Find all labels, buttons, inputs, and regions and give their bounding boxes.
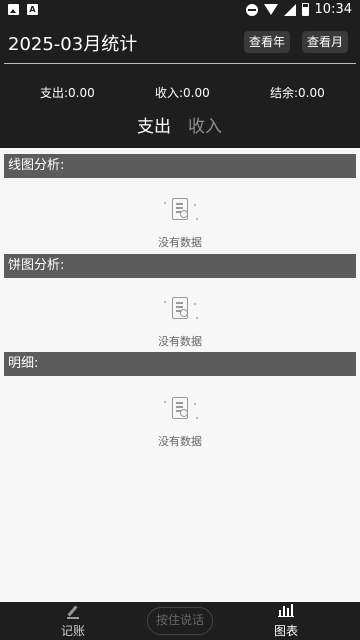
nav-chart-label: 图表	[273, 624, 298, 638]
stats-header: 2025-03月统计 查看年 查看月 支出:0.00 收入:0.00 结余:0.…	[0, 20, 360, 148]
tab-expense[interactable]: 支出	[137, 112, 171, 137]
app-notification-icon: A	[27, 4, 38, 15]
tab-income[interactable]: 收入	[188, 112, 222, 137]
status-time: 10:34	[314, 2, 352, 17]
header-divider	[4, 63, 356, 64]
pie-chart-empty-state: 没有数据	[0, 297, 360, 349]
empty-text: 没有数据	[158, 435, 202, 448]
empty-text: 没有数据	[158, 335, 202, 348]
line-chart-section-title: 线图分析:	[4, 154, 356, 178]
nav-record[interactable]: 记账	[43, 605, 103, 639]
bottom-nav: 记账 按住说话 图表	[0, 602, 360, 640]
view-year-button[interactable]: 查看年	[243, 31, 290, 53]
nav-chart[interactable]: 图表	[256, 604, 316, 639]
line-chart-empty-state: 没有数据	[0, 198, 360, 250]
image-notification-icon	[8, 4, 19, 15]
hold-to-talk-button[interactable]: 按住说话	[147, 607, 213, 635]
wifi-icon	[263, 4, 278, 15]
battery-icon	[301, 3, 309, 16]
do-not-disturb-icon	[245, 3, 258, 16]
type-tabs: 支出 收入	[0, 112, 360, 137]
status-bar: A 10:34	[0, 0, 360, 20]
pencil-icon	[65, 605, 81, 619]
signal-icon	[283, 3, 296, 16]
detail-empty-state: 没有数据	[0, 397, 360, 449]
empty-data-icon	[160, 297, 200, 327]
page-title: 2025-03月统计	[8, 34, 138, 55]
expense-total: 支出:0.00	[40, 86, 95, 100]
bar-chart-icon	[278, 604, 294, 619]
summary-row: 支出:0.00 收入:0.00 结余:0.00	[0, 84, 360, 100]
detail-section-title: 明细:	[4, 352, 356, 376]
balance-total: 结余:0.00	[270, 86, 325, 100]
nav-record-label: 记账	[60, 624, 85, 638]
income-total: 收入:0.00	[155, 86, 210, 100]
view-month-button[interactable]: 查看月	[301, 31, 348, 53]
empty-data-icon	[160, 397, 200, 427]
pie-chart-section-title: 饼图分析:	[4, 254, 356, 278]
empty-text: 没有数据	[158, 236, 202, 249]
empty-data-icon	[160, 198, 200, 228]
